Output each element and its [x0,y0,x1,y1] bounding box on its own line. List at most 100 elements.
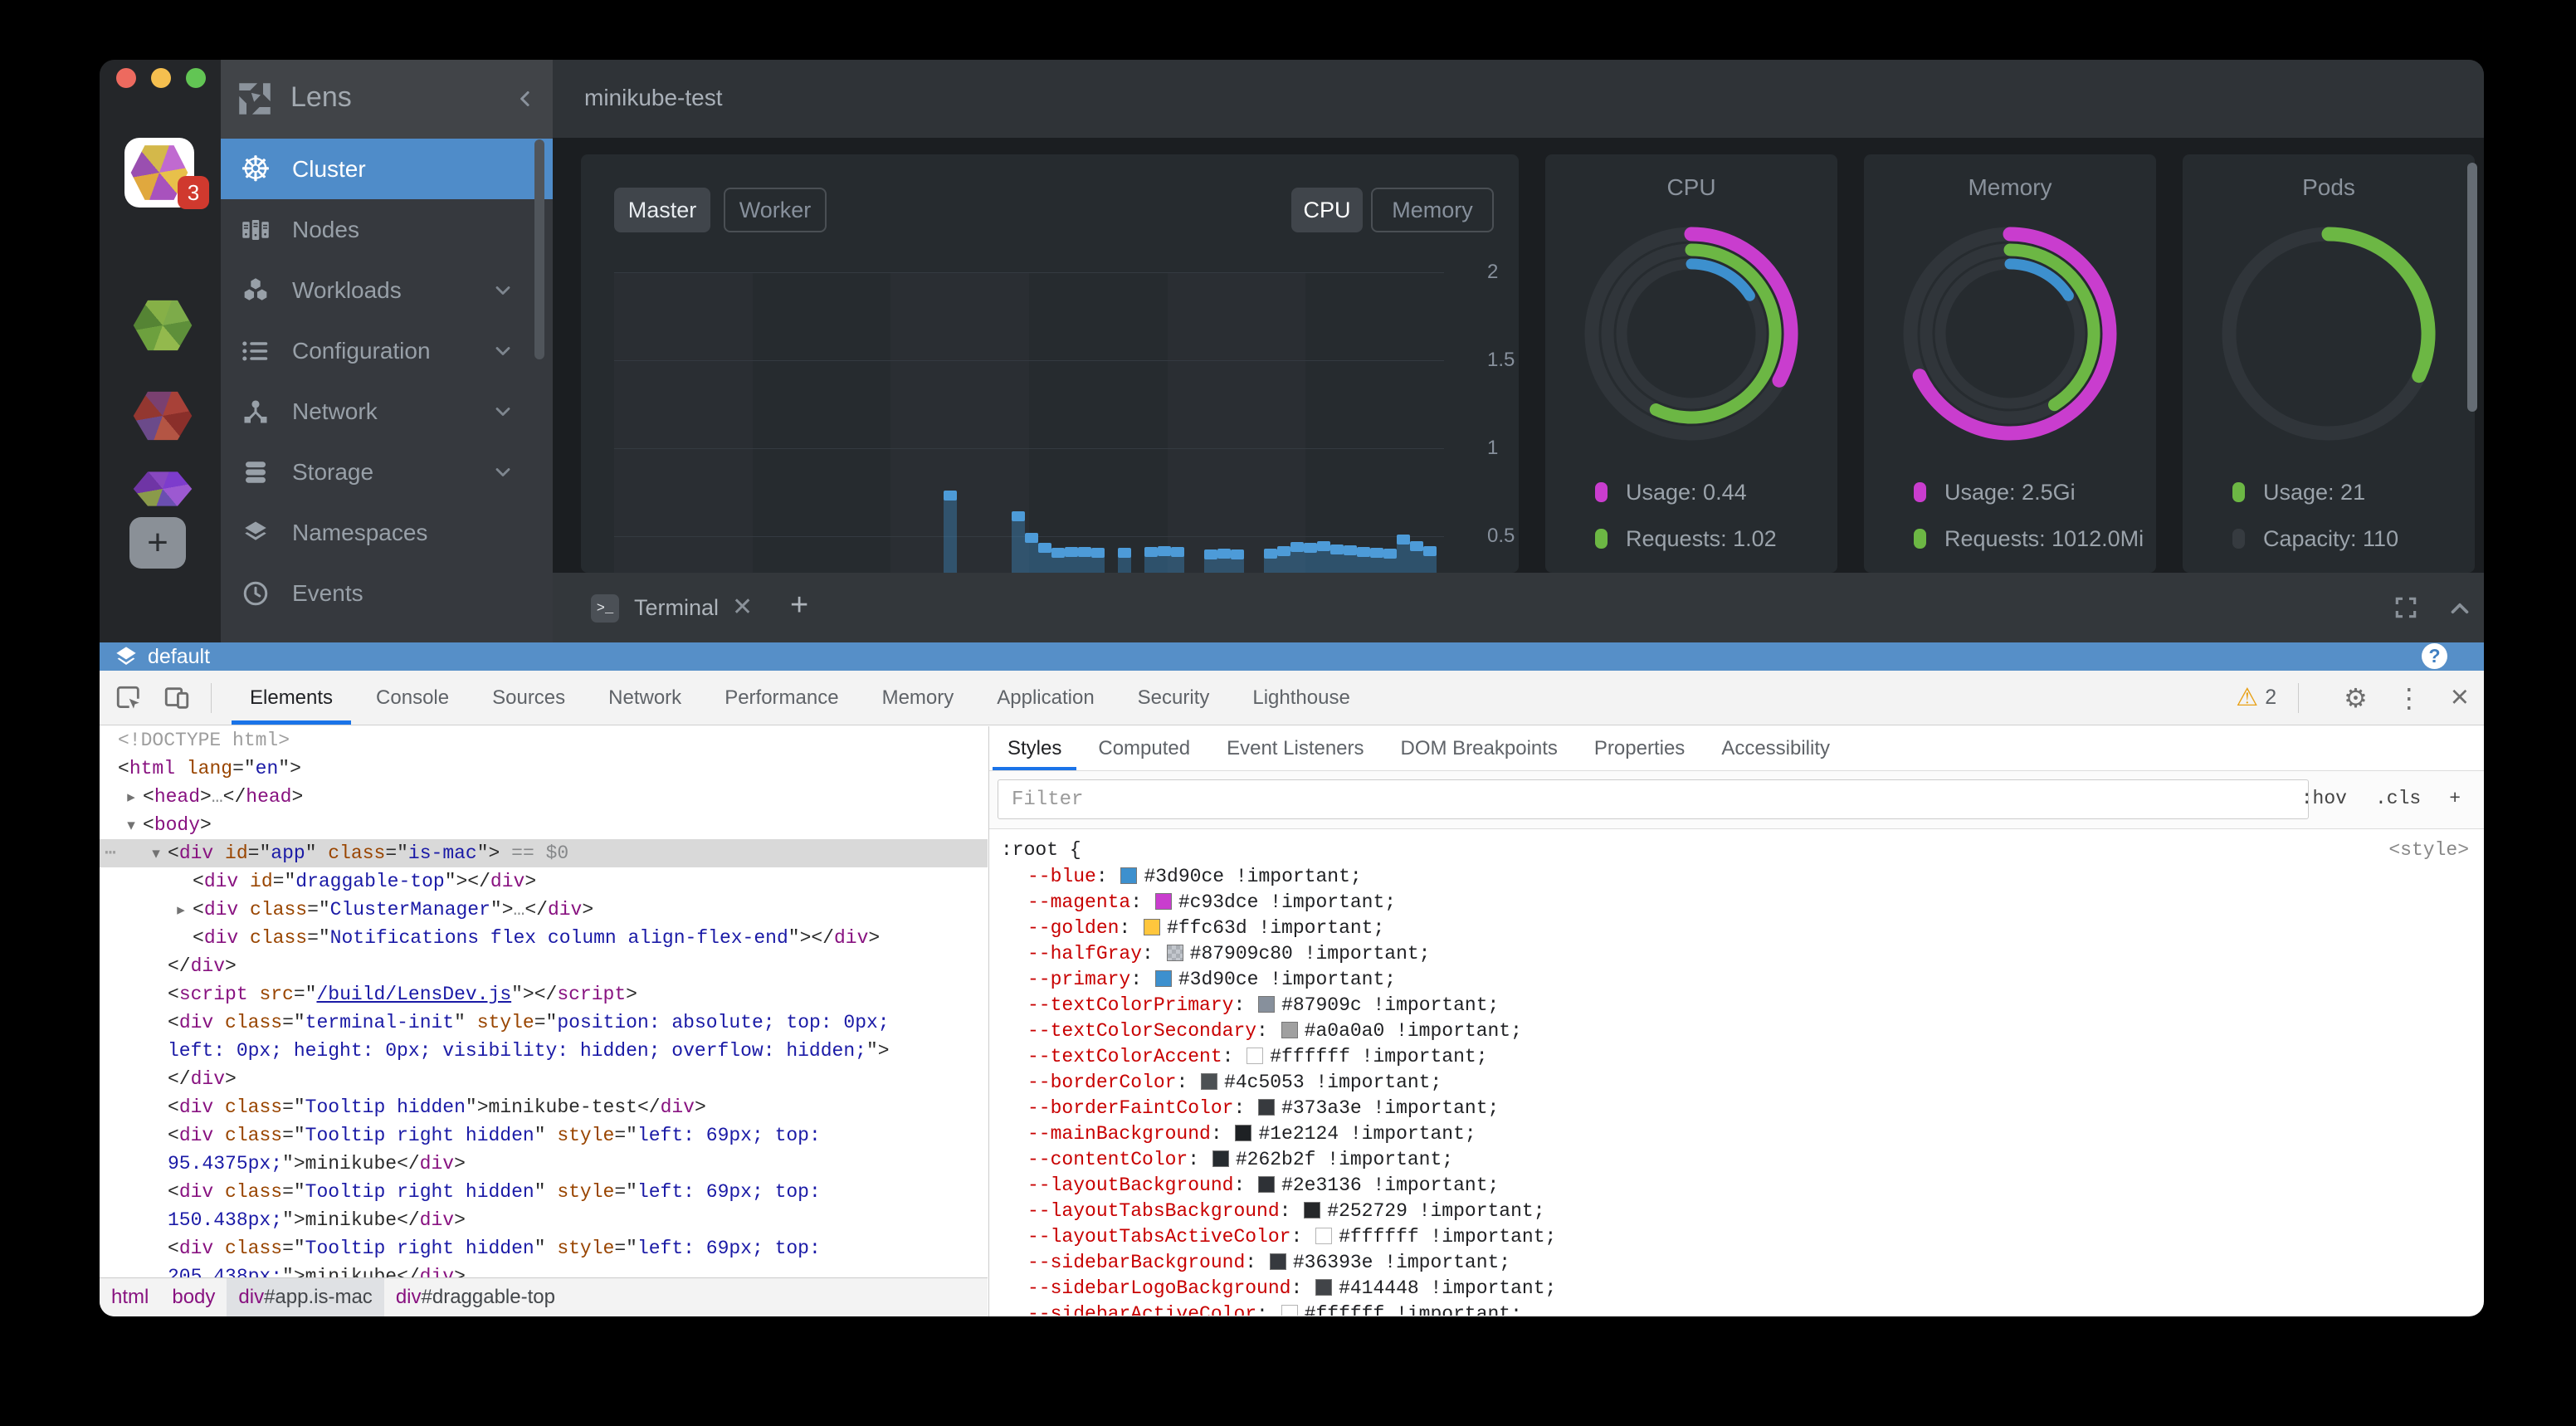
chevron-down-icon[interactable] [491,279,515,302]
color-swatch[interactable] [1315,1279,1332,1296]
dom-node[interactable]: 150.438px;">minikube</div> [100,1206,988,1234]
dom-node[interactable]: <div id="draggable-top"></div> [100,867,988,896]
terminal-collapse-icon[interactable] [2446,594,2474,623]
dom-node[interactable]: </div> [100,952,988,980]
dom-node[interactable]: <div class="Tooltip right hidden" style=… [100,1234,988,1262]
cluster-green-tile[interactable] [133,299,193,352]
styles-tab-dom-breakpoints[interactable]: DOM Breakpoints [1383,726,1576,770]
color-swatch[interactable] [1315,1228,1332,1244]
devtools-tab-elements[interactable]: Elements [228,671,354,725]
dom-node[interactable]: </div> [100,1065,988,1093]
css-property[interactable]: --sidebarBackground: #36393e !important; [1001,1250,2484,1276]
color-swatch[interactable] [1281,1022,1298,1038]
issues-counter[interactable]: ⚠ 2 [2236,683,2276,712]
expand-arrow-icon[interactable]: ▸ [173,896,189,924]
dom-node[interactable]: 205.438px;">minikube</div> [100,1262,988,1277]
color-swatch[interactable] [1201,1073,1217,1090]
css-property[interactable]: --borderColor: #4c5053 !important; [1001,1070,2484,1096]
dom-node[interactable]: <html lang="en"> [100,755,988,783]
dom-node[interactable]: <script src="/build/LensDev.js"></script… [100,980,988,1008]
color-swatch[interactable] [1120,867,1137,884]
css-property[interactable]: --magenta: #c93dce !important; [1001,890,2484,916]
traffic-light-close[interactable] [116,68,136,88]
dom-node[interactable]: left: 0px; height: 0px; visibility: hidd… [100,1037,988,1065]
traffic-light-minimize[interactable] [151,68,171,88]
color-swatch[interactable] [1258,996,1275,1013]
sidebar-item-cluster[interactable]: ☸ Cluster [221,139,553,199]
collapse-arrow-icon[interactable]: ▾ [123,811,139,839]
breadcrumb-item[interactable]: html [100,1278,160,1316]
devtools-tab-security[interactable]: Security [1116,671,1232,725]
expand-arrow-icon[interactable]: ▸ [123,783,139,811]
color-swatch[interactable] [1270,1253,1286,1270]
inspect-element-icon[interactable] [115,684,143,712]
devtools-tab-memory[interactable]: Memory [861,671,976,725]
add-cluster-button[interactable]: + [129,517,186,569]
css-property[interactable]: --textColorPrimary: #87909c !important; [1001,993,2484,1018]
css-property[interactable]: --borderFaintColor: #373a3e !important; [1001,1096,2484,1121]
styles-tab-computed[interactable]: Computed [1080,726,1208,770]
sidebar-item-storage[interactable]: Storage [221,442,553,502]
css-property[interactable]: --primary: #3d90ce !important; [1001,967,2484,993]
color-swatch[interactable] [1235,1125,1251,1141]
toggle-class-button[interactable]: .cls [2375,788,2421,809]
color-swatch[interactable] [1155,970,1172,987]
color-swatch[interactable] [1247,1048,1263,1064]
dom-node[interactable]: ▸<div class="ClusterManager">…</div> [100,896,988,924]
devtools-tab-application[interactable]: Application [975,671,1115,725]
style-origin-link[interactable]: <style> [2388,836,2469,864]
traffic-light-zoom[interactable] [186,68,206,88]
color-swatch[interactable] [1281,1305,1298,1316]
dom-node[interactable]: <div class="Notifications flex column al… [100,924,988,952]
css-property[interactable]: --layoutTabsBackground: #252729 !importa… [1001,1199,2484,1224]
dom-node[interactable]: ▸<head>…</head> [100,783,988,811]
css-property[interactable]: --sidebarLogoBackground: #414448 !import… [1001,1276,2484,1301]
css-property[interactable]: --mainBackground: #1e2124 !important; [1001,1121,2484,1147]
css-property[interactable]: --textColorSecondary: #a0a0a0 !important… [1001,1018,2484,1044]
color-swatch[interactable] [1144,919,1160,935]
cluster-red-tile[interactable] [133,390,193,442]
dom-node[interactable]: <div class="Tooltip hidden">minikube-tes… [100,1093,988,1121]
sidebar-item-configuration[interactable]: Configuration [221,320,553,381]
collapse-arrow-icon[interactable]: ▾ [148,839,164,867]
dom-node[interactable]: <!DOCTYPE html> [100,726,988,755]
devtools-tab-performance[interactable]: Performance [703,671,860,725]
sidebar-item-namespaces[interactable]: Namespaces [221,502,553,563]
devtools-tab-lighthouse[interactable]: Lighthouse [1231,671,1371,725]
devtools-tab-sources[interactable]: Sources [471,671,587,725]
dom-node[interactable]: <div class="Tooltip right hidden" style=… [100,1121,988,1150]
dom-node-selected[interactable]: ⋯▾<div id="app" class="is-mac"> == $0 [100,839,988,867]
sidebar-item-events[interactable]: Events [221,563,553,623]
chevron-down-icon[interactable] [491,400,515,423]
breadcrumb-item[interactable]: div#app.is-mac [227,1278,383,1316]
chevron-down-icon[interactable] [491,461,515,484]
dom-node[interactable]: 95.4375px;">minikube</div> [100,1150,988,1178]
color-swatch[interactable] [1258,1099,1275,1116]
cluster-purple-tile[interactable] [133,220,193,271]
devtools-tab-console[interactable]: Console [354,671,471,725]
css-property[interactable]: --layoutBackground: #2e3136 !important; [1001,1173,2484,1199]
terminal-add-icon[interactable]: + [790,588,808,623]
sidebar-collapse-icon[interactable] [513,86,538,111]
help-button[interactable]: ? [2422,643,2447,669]
sidebar-item-workloads[interactable]: Workloads [221,260,553,320]
styles-tab-accessibility[interactable]: Accessibility [1703,726,1848,770]
color-swatch[interactable] [1212,1150,1229,1167]
terminal-close-icon[interactable]: ✕ [732,593,753,622]
breadcrumb-item[interactable]: div#draggable-top [384,1278,567,1316]
css-property[interactable]: --golden: #ffc63d !important; [1001,916,2484,941]
color-swatch[interactable] [1167,945,1183,961]
kebab-menu-icon[interactable]: ⋮ [2396,682,2422,714]
css-property[interactable]: --contentColor: #262b2f !important; [1001,1147,2484,1173]
dom-node[interactable]: <div class="Tooltip right hidden" style=… [100,1178,988,1206]
styles-tab-event-listeners[interactable]: Event Listeners [1208,726,1382,770]
breadcrumb-item[interactable]: body [160,1278,227,1316]
color-swatch[interactable] [1258,1176,1275,1193]
terminal-tab[interactable]: Terminal [634,595,719,621]
color-swatch[interactable] [1304,1202,1320,1218]
styles-tab-properties[interactable]: Properties [1576,726,1703,770]
dom-node[interactable]: ▾<body> [100,811,988,839]
styles-tab-styles[interactable]: Styles [989,726,1080,770]
main-scrollbar[interactable] [2467,163,2477,412]
color-swatch[interactable] [1155,893,1172,910]
